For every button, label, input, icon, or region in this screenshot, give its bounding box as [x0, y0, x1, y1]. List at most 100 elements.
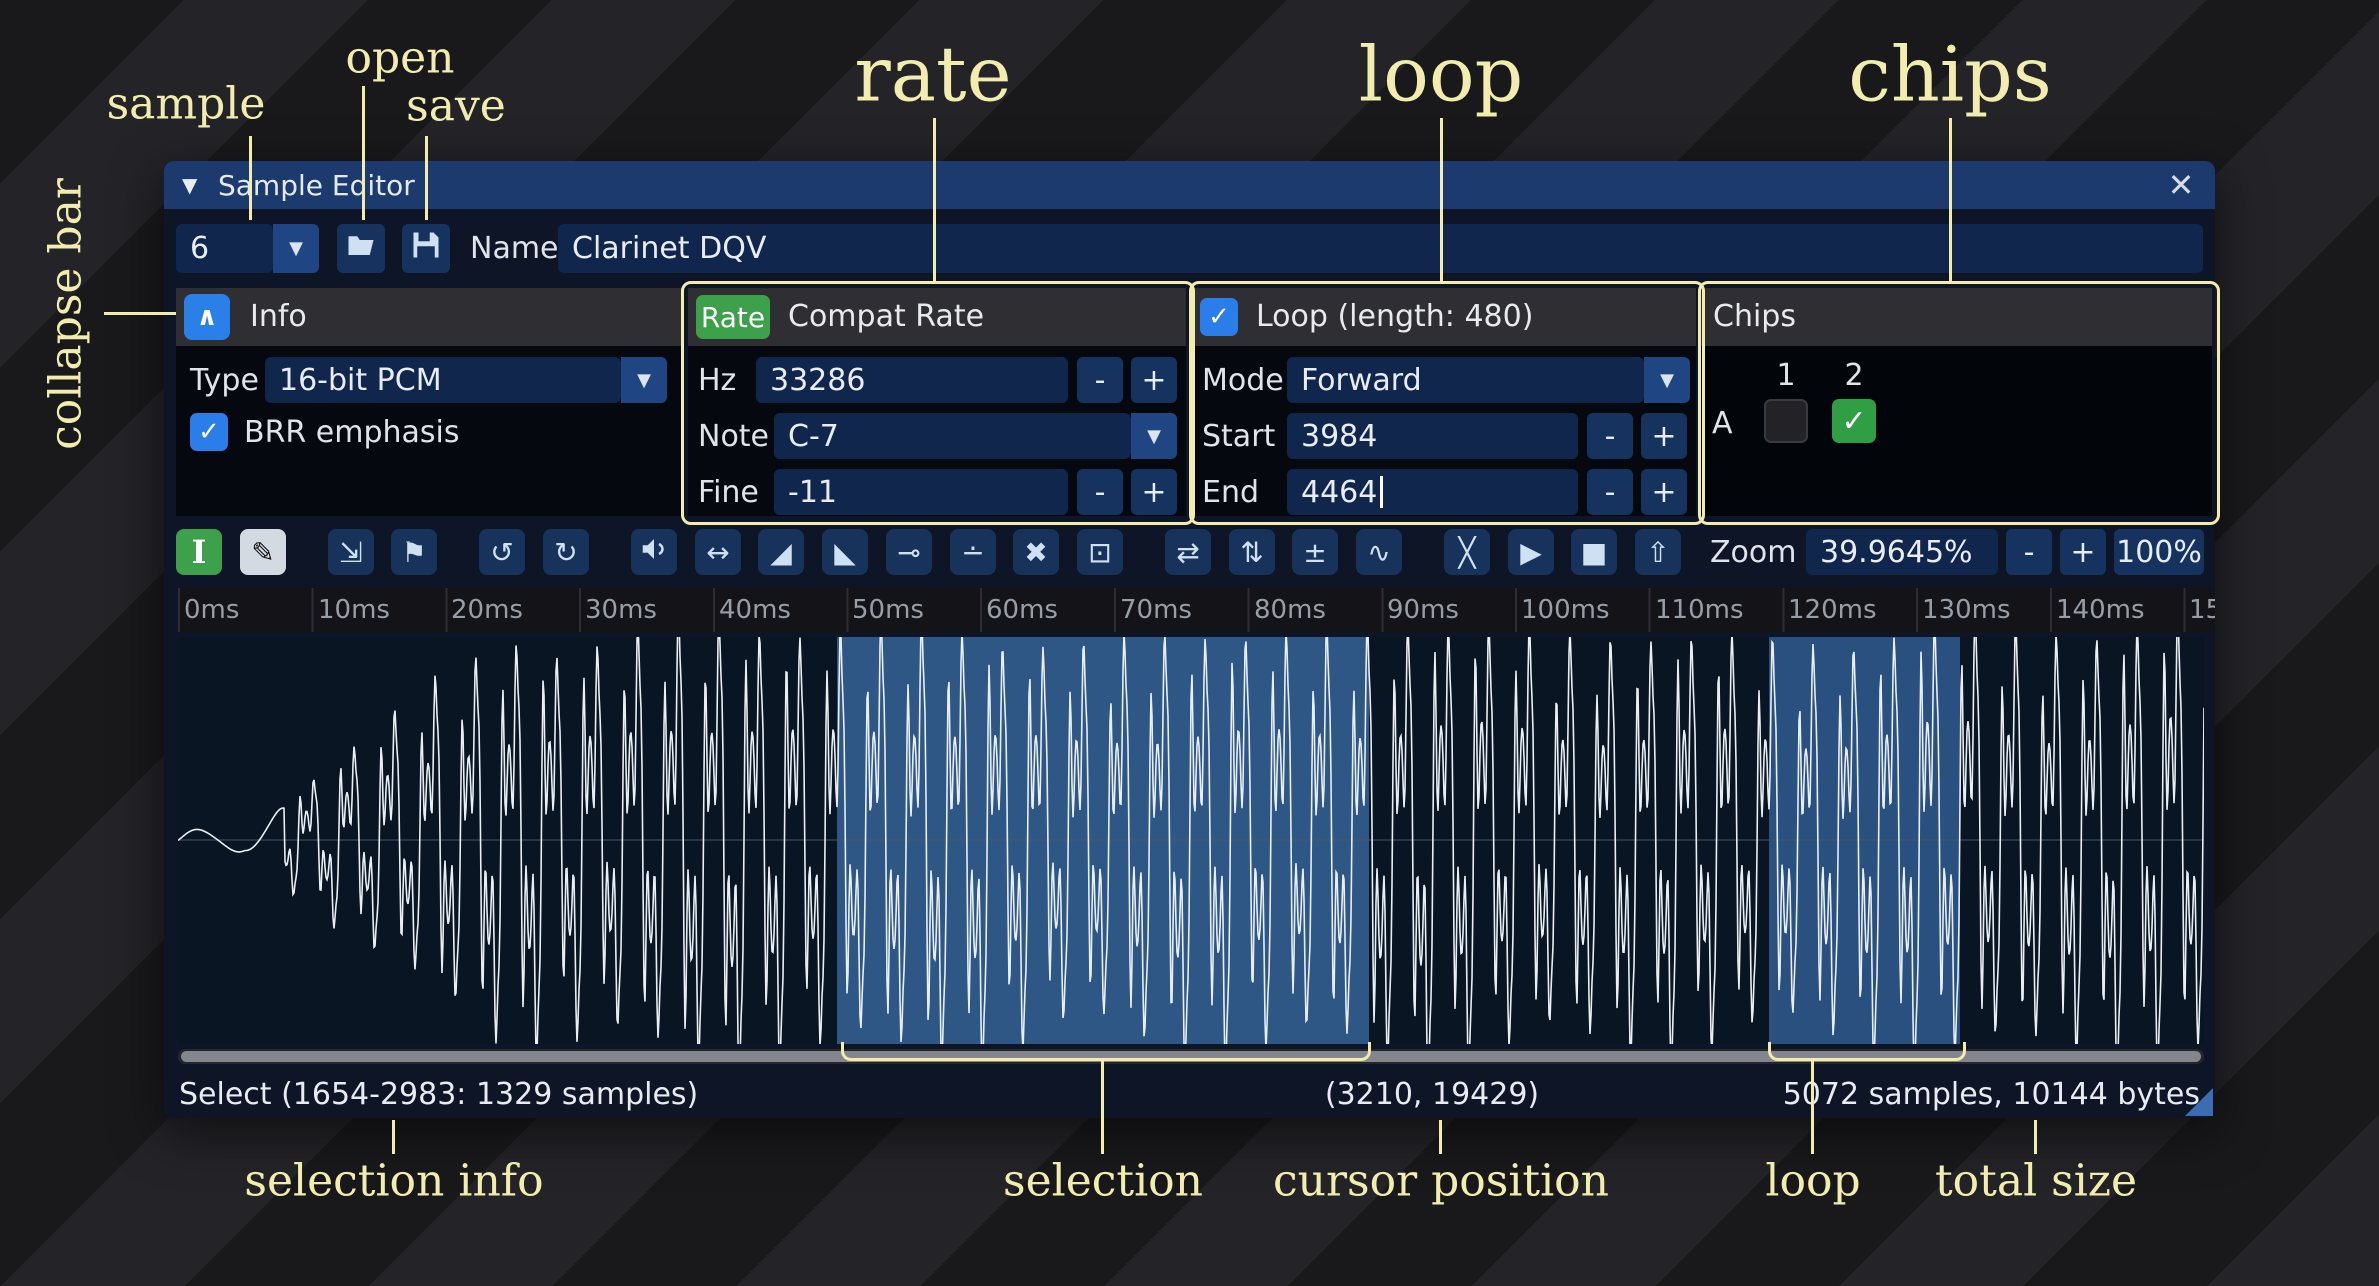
fade-in-button[interactable]: ◢	[758, 529, 804, 575]
annotation-chips: chips	[1848, 30, 2051, 119]
resize-grip[interactable]	[2185, 1088, 2213, 1116]
invert-arrows-icon: ⇅	[1240, 536, 1263, 569]
screenshot-canvas: ▼ Sample Editor ✕ 6 ▼ Name Clarinet DQV …	[0, 0, 2379, 1286]
zoom-in-button[interactable]: +	[2060, 529, 2106, 575]
stop-icon: ■	[1581, 536, 1607, 569]
annotation-line-save	[425, 136, 428, 220]
upload-icon: ⇧	[1646, 536, 1669, 569]
annotation-selection: selection	[1003, 1156, 1203, 1207]
ibeam-cursor-icon: I	[192, 533, 207, 571]
save-button[interactable]	[402, 224, 450, 273]
annotation-bracket-selection	[841, 1042, 1371, 1061]
annotation-loop: loop	[1359, 30, 1523, 119]
annotation-outline-rate	[681, 281, 1195, 525]
titlebar: ▼ Sample Editor ✕	[164, 161, 2215, 209]
fade-out-icon: ◣	[834, 536, 856, 569]
annotation-outline-loop	[1189, 281, 1705, 525]
ruler-tick-label: 150ms	[2189, 595, 2215, 625]
sample-type-dropdown-icon[interactable]: ▼	[621, 357, 667, 403]
sine-filter-icon: ∿	[1367, 536, 1390, 569]
zoom-value-input[interactable]: 39.9645%	[1806, 529, 1998, 575]
apply-silence-icon: ∸	[961, 536, 984, 569]
annotation-rate: rate	[854, 30, 1011, 119]
ruler-tick-label: 100ms	[1521, 595, 1610, 625]
import-button[interactable]: ⇧	[1635, 529, 1681, 575]
annotation-collapse-bar: collapse bar	[41, 178, 92, 450]
info-section-title: Info	[250, 288, 307, 346]
ruler-tick-label: 120ms	[1788, 595, 1877, 625]
resample-flag-icon: ⚑	[401, 536, 426, 569]
ruler-tick-label: 50ms	[852, 595, 924, 625]
toolbar: I ✎ ⇲ ⚑ ↺ ↻ ↔ ◢ ◣ ⊸ ∸ ✖ ⊡ ⇄ ⇅ ± ∿ ╳ ▶ ■	[164, 528, 2215, 576]
invert-button[interactable]: ⇅	[1229, 529, 1275, 575]
annotation-open: open	[345, 33, 454, 84]
redo-button[interactable]: ↻	[543, 529, 589, 575]
pencil-icon: ✎	[251, 536, 274, 569]
brr-emphasis-label: BRR emphasis	[244, 413, 460, 451]
sample-number-dropdown-icon[interactable]: ▼	[273, 224, 319, 273]
annotation-line-collapse-bar	[104, 312, 176, 315]
ruler-tick-label: 130ms	[1922, 595, 2011, 625]
fade-out-button[interactable]: ◣	[822, 529, 868, 575]
ruler-tick-label: 90ms	[1387, 595, 1459, 625]
total-size-text: 5072 samples, 10144 bytes	[1783, 1077, 2200, 1112]
sample-name-input[interactable]: Clarinet DQV	[558, 224, 2203, 273]
filter-button[interactable]: ∿	[1356, 529, 1402, 575]
preview-play-button[interactable]: ▶	[1508, 529, 1554, 575]
time-ruler: 0ms 10ms 20ms 30ms 40ms 50ms 60ms 70ms 8…	[178, 588, 2215, 632]
annotation-line-selection-info	[392, 1120, 395, 1154]
brr-emphasis-checkbox[interactable]: ✓	[190, 413, 228, 451]
sign-button[interactable]: ±	[1292, 529, 1338, 575]
amplify-button[interactable]	[631, 529, 677, 575]
insert-silence-button[interactable]: ⊸	[886, 529, 932, 575]
play-icon: ▶	[1520, 536, 1542, 569]
delete-button[interactable]: ✖	[1013, 529, 1059, 575]
ruler-tick-label: 20ms	[451, 595, 523, 625]
plus-minus-icon: ±	[1303, 536, 1326, 569]
type-label: Type	[190, 357, 259, 403]
select-tool-button[interactable]: I	[176, 529, 222, 575]
annotation-sample: sample	[107, 79, 266, 130]
undo-button[interactable]: ↺	[479, 529, 525, 575]
reverse-arrows-icon: ⇄	[1176, 536, 1199, 569]
crossed-arrows-icon: ╳	[1459, 536, 1476, 569]
close-icon[interactable]: ✕	[2161, 161, 2201, 209]
zoom-reset-button[interactable]: 100%	[2114, 529, 2204, 575]
ruler-tick-label: 0ms	[184, 595, 239, 625]
resize-icon: ⇲	[339, 536, 362, 569]
undo-icon: ↺	[490, 536, 513, 569]
open-button[interactable]	[337, 224, 385, 273]
ruler-tick-label: 10ms	[318, 595, 390, 625]
cursor-position-text: (3210, 19429)	[1325, 1077, 1539, 1112]
sample-type-select[interactable]: 16-bit PCM	[265, 357, 621, 403]
resample-button[interactable]: ⚑	[391, 529, 437, 575]
zoom-out-button[interactable]: -	[2006, 529, 2052, 575]
trim-button[interactable]: ⊡	[1077, 529, 1123, 575]
annotation-cursor-position: cursor position	[1273, 1156, 1609, 1207]
window-collapse-icon[interactable]: ▼	[182, 161, 197, 209]
ruler-tick-label: 80ms	[1254, 595, 1326, 625]
ruler-tick-label: 30ms	[585, 595, 657, 625]
insert-silence-icon: ⊸	[897, 536, 920, 569]
annotation-save: save	[406, 81, 506, 132]
draw-tool-button[interactable]: ✎	[240, 529, 286, 575]
resize-button[interactable]: ⇲	[328, 529, 374, 575]
ruler-tick-label: 70ms	[1120, 595, 1192, 625]
annotation-line-loop	[1440, 118, 1443, 282]
crop-icon: ⊡	[1088, 536, 1111, 569]
stop-button[interactable]: ■	[1571, 529, 1617, 575]
annotation-total-size: total size	[1935, 1156, 2137, 1207]
apply-silence-button[interactable]: ∸	[950, 529, 996, 575]
info-collapse-button[interactable]: ∧	[184, 294, 230, 340]
waveform-display[interactable]	[178, 637, 2204, 1044]
normalize-button[interactable]: ↔	[695, 529, 741, 575]
reverse-button[interactable]: ⇄	[1165, 529, 1211, 575]
ruler-tick-label: 60ms	[986, 595, 1058, 625]
ruler-tick-label: 110ms	[1655, 595, 1744, 625]
sample-number-select[interactable]: 6	[176, 224, 273, 273]
crossfade-button[interactable]: ╳	[1444, 529, 1490, 575]
zoom-label: Zoom	[1710, 529, 1796, 575]
arrows-horizontal-icon: ↔	[706, 536, 729, 569]
annotation-line-rate	[933, 118, 936, 282]
annotation-loop-marker: loop	[1765, 1156, 1860, 1207]
